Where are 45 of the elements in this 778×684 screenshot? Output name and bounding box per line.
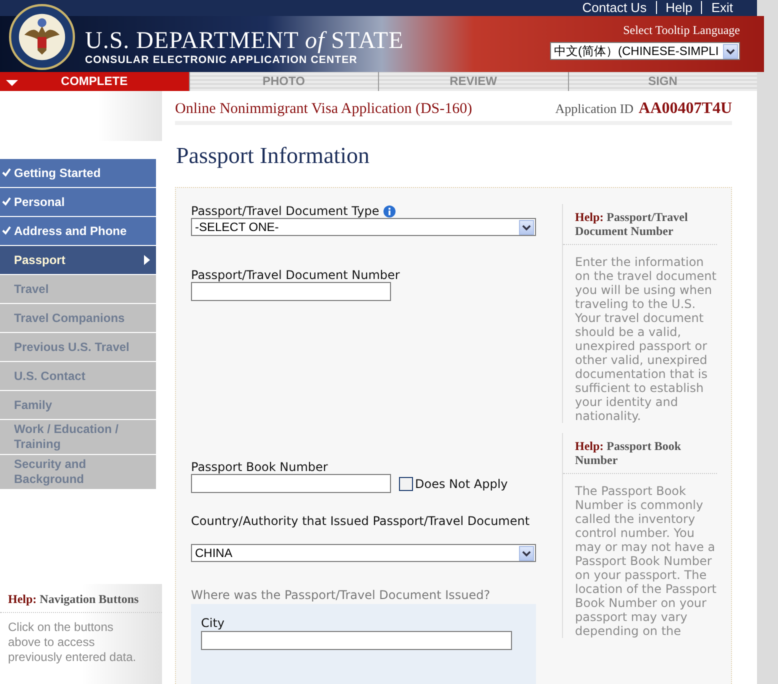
field-label: Passport/Travel Document Type bbox=[191, 204, 380, 218]
city-field[interactable] bbox=[201, 631, 512, 650]
step-tab[interactable]: COMPLETE bbox=[0, 72, 188, 91]
field-label: Passport Book Number bbox=[191, 460, 328, 474]
caret-icon bbox=[6, 80, 18, 86]
field-label: Passport/Travel Document Number bbox=[191, 268, 400, 282]
info-icon[interactable] bbox=[383, 204, 396, 218]
step-tab[interactable]: SIGN bbox=[568, 72, 757, 91]
application-title: Online Nonimmigrant Visa Application (DS-160) bbox=[175, 101, 472, 118]
field-label: City bbox=[201, 616, 226, 630]
help-title: Help: Navigation Buttons bbox=[0, 592, 162, 613]
check-icon bbox=[2, 226, 11, 235]
sidebar-item[interactable]: Address and Phone bbox=[0, 217, 156, 245]
help-text: Enter the information on the travel document you will be using when traveling to the U.S. Your travel document should be a valid, unexpired passport or other valid, unexpired documentation that is sufficient to establish your identity and nationality. bbox=[574, 254, 717, 423]
language-select[interactable]: 中文(简体）(CHINESE-SIMPLI bbox=[550, 42, 740, 60]
help-title: Help: Passport/Travel Document Number bbox=[563, 210, 717, 245]
application-id: AA00407T4U bbox=[638, 100, 732, 117]
country-select[interactable]: CHINA bbox=[191, 544, 536, 562]
document-number-field[interactable] bbox=[191, 282, 391, 301]
book-number-field[interactable] bbox=[191, 474, 391, 493]
checkbox-label: Does Not Apply bbox=[415, 476, 508, 490]
sidebar-item[interactable]: Personal bbox=[0, 188, 156, 216]
page-title: Passport Information bbox=[176, 143, 371, 169]
help-text: The Passport Book Number is commonly called the inventory control number. You may or may not have a Passport Book Number on your passport. The location of the Passport Book Number on your passport may vary depending on the bbox=[574, 483, 717, 638]
step-tab[interactable]: REVIEW bbox=[378, 72, 568, 91]
help-text: Click on the buttons above to access previously entered data. bbox=[8, 620, 138, 665]
field-label: Country/Authority that Issued Passport/Travel Document bbox=[191, 514, 530, 528]
arrow-right-icon bbox=[144, 255, 150, 265]
document-type-select[interactable]: -SELECT ONE- bbox=[191, 218, 536, 236]
sidebar-item[interactable]: Passport bbox=[0, 246, 156, 274]
seal-icon bbox=[9, 4, 75, 70]
help-title: Help: Passport Book Number bbox=[563, 439, 717, 474]
header-link[interactable]: Contact Us bbox=[573, 0, 656, 16]
section-label: Where was the Passport/Travel Document Issued? bbox=[191, 588, 490, 602]
site-title: U.S. DEPARTMENT of STATE bbox=[85, 28, 404, 54]
language-label: Select Tooltip Language bbox=[623, 23, 740, 38]
checkbox[interactable] bbox=[399, 476, 413, 490]
application-id-label: Application ID bbox=[555, 101, 634, 116]
header-link[interactable]: Help bbox=[656, 0, 702, 16]
step-tab[interactable]: PHOTO bbox=[188, 72, 378, 91]
sidebar-item[interactable]: Getting Started bbox=[0, 159, 156, 187]
check-icon bbox=[2, 197, 11, 206]
site-subtitle: CONSULAR ELECTRONIC APPLICATION CENTER bbox=[85, 54, 358, 66]
header-link[interactable]: Exit bbox=[702, 0, 742, 16]
check-icon bbox=[2, 168, 11, 177]
